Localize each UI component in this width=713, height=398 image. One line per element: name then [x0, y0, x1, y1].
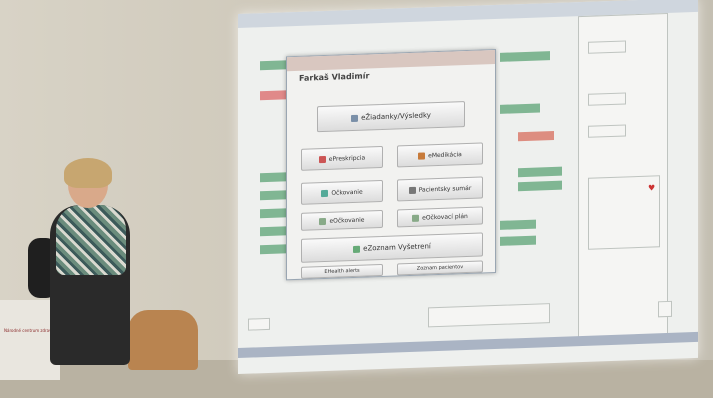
right-bar	[500, 51, 550, 62]
calendar-icon	[412, 214, 420, 222]
dialog-titlebar	[287, 50, 495, 72]
back-button[interactable]	[248, 317, 270, 331]
results-button[interactable]: eŽiadanky/Výsledky	[317, 101, 465, 133]
left-bar	[260, 190, 288, 201]
syringe-icon	[321, 189, 329, 197]
speaker-hair	[64, 158, 112, 188]
summary-icon	[408, 186, 416, 194]
vaccination-label: Očkovanie	[331, 188, 363, 197]
heart-icon: ♥	[648, 183, 656, 193]
eodkrovenie-label: eOčkovanie	[329, 216, 365, 225]
bottom-toolbar	[428, 303, 550, 328]
pill-icon	[418, 151, 426, 160]
prescription-label: ePreskripcia	[328, 154, 366, 163]
eodkrovenie-button[interactable]: eOčkovanie	[301, 209, 383, 231]
dialog-title: Farkaš Vladimír	[299, 71, 370, 83]
left-bar	[260, 226, 288, 237]
patient-dialog: Farkaš Vladimír eŽiadanky/Výsledky ePres…	[286, 48, 496, 281]
results-label: eŽiadanky/Výsledky	[361, 111, 431, 122]
left-bar	[260, 208, 288, 219]
bottom-left-label: EHealth alerts	[324, 267, 360, 275]
panel-field[interactable]	[588, 124, 626, 138]
corner-button[interactable]	[658, 300, 672, 318]
shield-icon	[319, 217, 327, 225]
exam-list-label: eZoznam Vyšetrení	[363, 242, 431, 253]
right-bar	[500, 235, 536, 246]
chair	[128, 310, 198, 370]
patient-summary-label: Pacientsky sumár	[418, 184, 472, 194]
eplan-button[interactable]: eOčkovací plán	[397, 206, 483, 228]
right-bar-red	[518, 130, 554, 142]
right-bar	[500, 103, 540, 114]
document-icon	[351, 114, 359, 122]
right-bar	[518, 166, 562, 178]
right-bar	[500, 219, 536, 230]
projected-screen: ♥ Farkaš Vladimír eŽiadanky/Výsledky ePr…	[238, 0, 698, 375]
prescription-button[interactable]: ePreskripcia	[301, 145, 383, 171]
taskbar	[238, 331, 698, 358]
patient-summary-button[interactable]: Pacientsky sumár	[397, 176, 483, 202]
left-bar-red	[260, 90, 288, 101]
vaccination-button[interactable]: Očkovanie	[301, 179, 383, 205]
bottom-right-button[interactable]: Zoznam pacientov	[397, 260, 483, 276]
speaker-scarf	[56, 205, 126, 275]
left-bar	[260, 172, 288, 183]
left-bar	[260, 244, 288, 255]
list-icon	[353, 245, 361, 253]
medication-button[interactable]: eMedikácia	[397, 142, 483, 168]
panel-field[interactable]	[588, 40, 626, 54]
bottom-left-button[interactable]: EHealth alerts	[301, 263, 383, 279]
right-bar	[518, 180, 562, 192]
prescription-icon	[318, 155, 326, 163]
medication-label: eMedikácia	[428, 150, 462, 159]
exam-list-button[interactable]: eZoznam Vyšetrení	[301, 232, 483, 263]
eplan-label: eOčkovací plán	[422, 212, 468, 222]
panel-field[interactable]	[588, 92, 626, 106]
bottom-right-label: Zoznam pacientov	[416, 264, 464, 272]
left-bar	[260, 60, 288, 71]
